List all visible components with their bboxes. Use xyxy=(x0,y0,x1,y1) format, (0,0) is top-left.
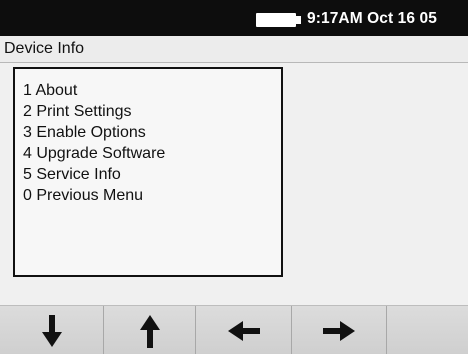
battery-icon xyxy=(256,13,296,27)
menu-item-service-info[interactable]: 5 Service Info xyxy=(23,164,281,185)
device-screen: 9:17AM Oct 16 05 Device Info 1 About 2 P… xyxy=(0,0,468,354)
menu-item-print-settings[interactable]: 2 Print Settings xyxy=(23,101,281,122)
arrow-up-icon xyxy=(139,314,160,348)
menu-list: 1 About 2 Print Settings 3 Enable Option… xyxy=(15,69,281,206)
menu-panel: 1 About 2 Print Settings 3 Enable Option… xyxy=(13,67,283,277)
softkey-right-button[interactable] xyxy=(292,306,387,354)
softkey-blank-button[interactable] xyxy=(387,306,468,354)
softkey-up-button[interactable] xyxy=(104,306,196,354)
softkey-left-button[interactable] xyxy=(196,306,292,354)
menu-item-enable-options[interactable]: 3 Enable Options xyxy=(23,122,281,143)
status-bar: 9:17AM Oct 16 05 xyxy=(0,0,468,36)
title-bar: Device Info xyxy=(0,36,468,63)
menu-item-about[interactable]: 1 About xyxy=(23,80,281,101)
arrow-down-icon xyxy=(41,314,62,347)
menu-item-upgrade-software[interactable]: 4 Upgrade Software xyxy=(23,143,281,164)
battery-tip xyxy=(296,16,301,24)
softkey-down-button[interactable] xyxy=(0,306,104,354)
arrow-right-icon xyxy=(323,320,355,341)
page-title: Device Info xyxy=(4,40,85,57)
softkey-bar xyxy=(0,305,468,354)
arrow-left-icon xyxy=(227,320,260,341)
status-time-date: 9:17AM Oct 16 05 xyxy=(307,10,437,27)
menu-item-previous-menu[interactable]: 0 Previous Menu xyxy=(23,185,281,206)
